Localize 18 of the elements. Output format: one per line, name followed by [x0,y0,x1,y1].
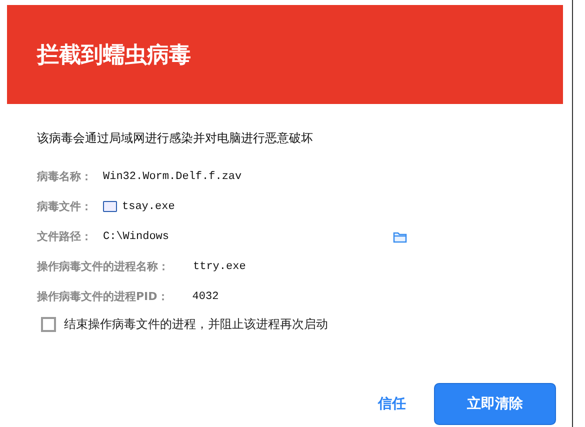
field-label: 病毒名称： [37,169,92,184]
trust-link[interactable]: 信任 [374,391,410,417]
field-label: 病毒文件： [37,199,92,214]
field-label: 操作病毒文件的进程名称： [37,259,169,274]
field-value: Win32.Worm.Delf.f.zav [103,170,242,182]
field-label: 操作病毒文件的进程PID： [37,289,168,304]
field-value: 4032 [192,290,219,302]
clean-button[interactable]: 立即清除 [434,383,556,425]
field-value: ttry.exe [193,260,246,272]
field-value: C:\Windows [103,230,170,242]
field-value: tsay.exe [122,200,175,212]
checkbox[interactable] [41,317,56,332]
checkbox-label[interactable]: 结束操作病毒文件的进程，并阻止该进程再次启动 [64,316,328,333]
folder-icon[interactable] [393,230,407,242]
description: 该病毒会通过局域网进行感染并对电脑进行恶意破坏 [37,130,314,147]
window-icon [103,201,117,212]
dialog-title: 拦截到蠕虫病毒 [37,42,191,70]
field-label: 文件路径： [37,229,92,244]
